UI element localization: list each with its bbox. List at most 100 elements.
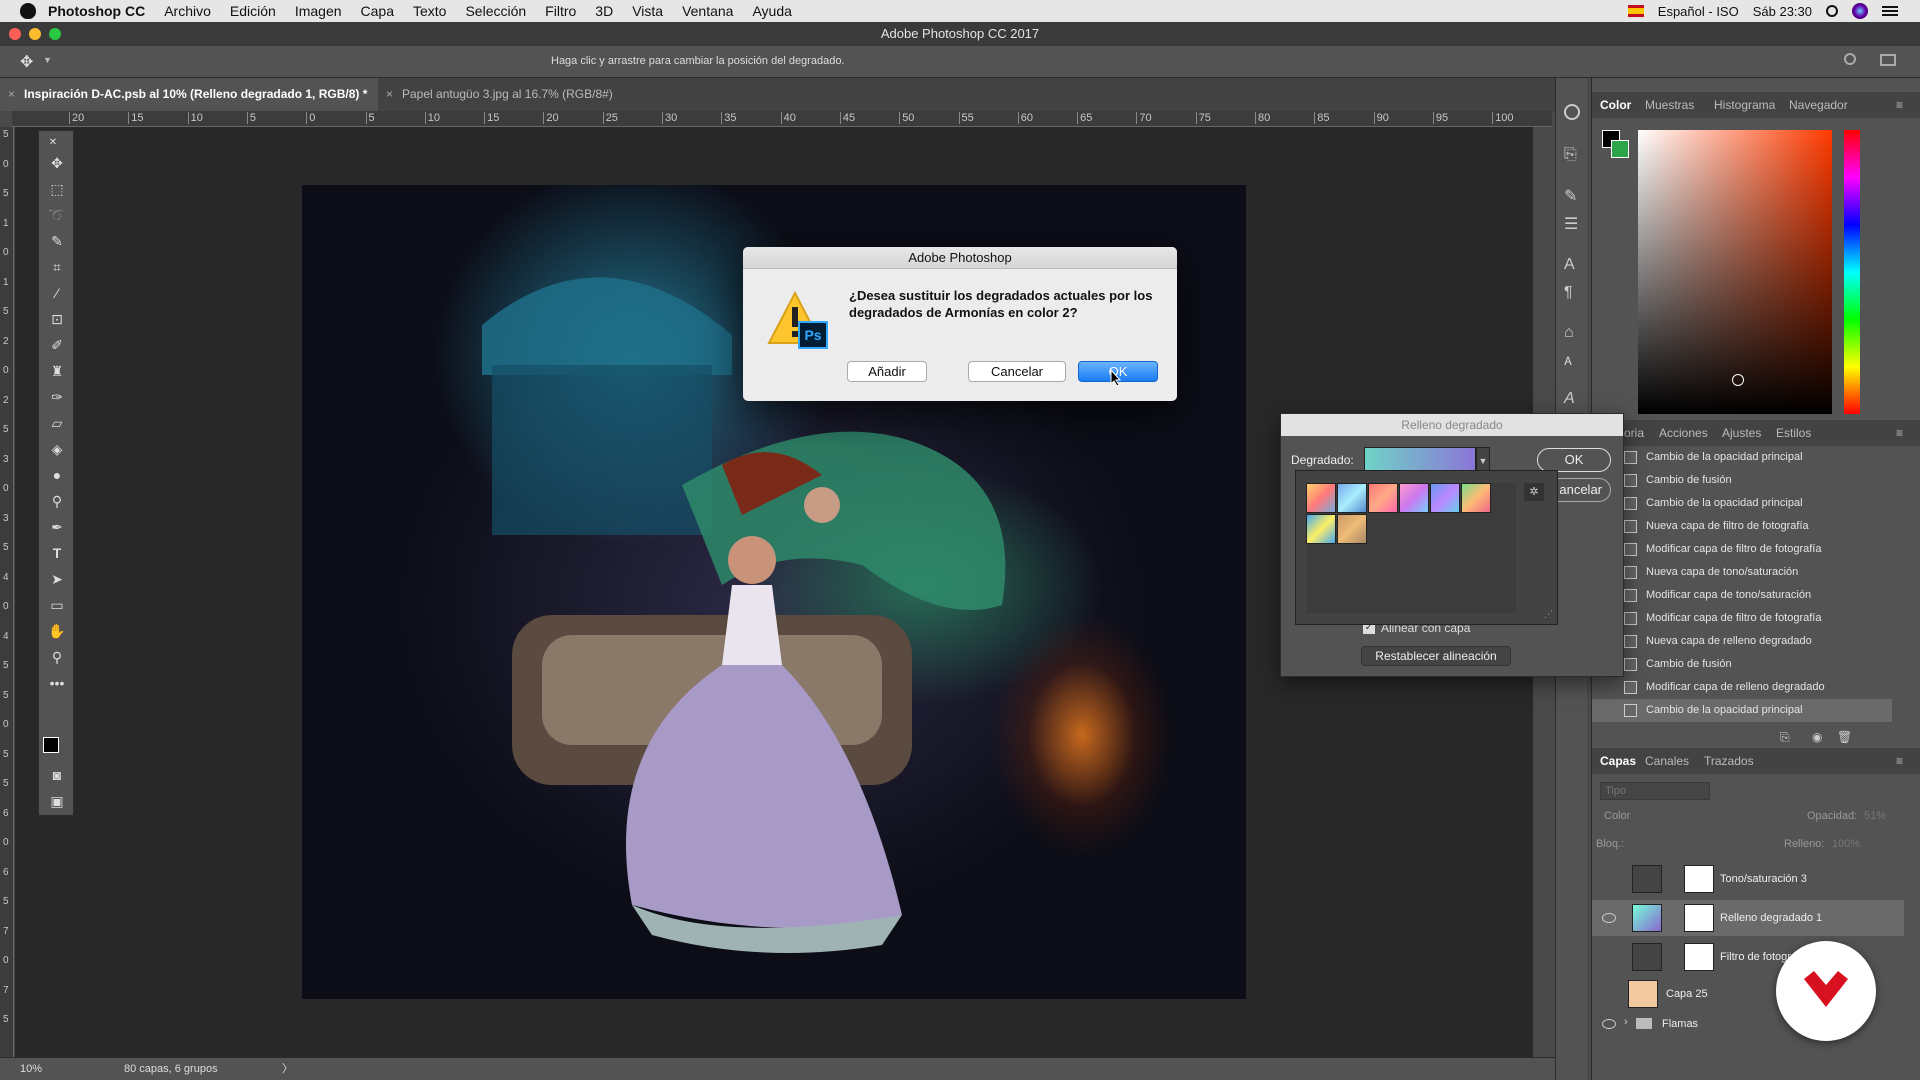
pen-tool-icon[interactable]: ✒ (47, 517, 67, 537)
tool-presets-icon[interactable]: ⌂ (1564, 324, 1574, 342)
tab-trazados[interactable]: Trazados (1704, 748, 1754, 774)
fill-value[interactable]: 100% (1832, 838, 1860, 850)
close-tab-icon[interactable]: × (8, 78, 15, 111)
history-item[interactable]: Modificar capa de filtro de fotografía (1592, 607, 1892, 630)
panel-menu-icon[interactable]: ≡ (1896, 92, 1903, 118)
lasso-tool-icon[interactable]: ➰ (47, 205, 67, 225)
info-icon[interactable] (1564, 104, 1580, 120)
layer-row-selected[interactable]: Relleno degradado 1 (1592, 900, 1904, 936)
menu-vista[interactable]: Vista (632, 3, 663, 19)
panel-menu-icon[interactable]: ≡ (1896, 420, 1903, 446)
close-window-icon[interactable] (9, 28, 21, 40)
properties-icon[interactable]: ☰ (1564, 214, 1578, 234)
gradient-swatch[interactable] (1368, 483, 1398, 513)
brush-tool-icon[interactable]: ✐ (47, 335, 67, 355)
color-picker-cursor[interactable] (1732, 374, 1744, 386)
tab-navegador[interactable]: Navegador (1789, 92, 1848, 118)
opacity-value[interactable]: 51% (1864, 810, 1886, 822)
spain-flag-icon[interactable] (1627, 5, 1644, 17)
tab-color[interactable]: Color (1600, 92, 1631, 118)
tab-ajustes[interactable]: Ajustes (1722, 420, 1761, 446)
zoom-window-icon[interactable] (49, 28, 61, 40)
quick-mask-icon[interactable]: ◙ (47, 765, 67, 785)
status-menu-arrow[interactable]: 〉 (282, 1058, 293, 1080)
marquee-tool-icon[interactable]: ⬚ (47, 179, 67, 199)
gradient-swatch[interactable] (1337, 483, 1367, 513)
screen-mode-icon[interactable]: ▣ (47, 791, 67, 811)
history-item[interactable]: Cambio de fusión (1592, 469, 1892, 492)
menu-app[interactable]: Photoshop CC (48, 3, 145, 19)
apple-icon[interactable] (20, 3, 36, 19)
hue-slider[interactable] (1844, 130, 1860, 414)
zoom-level[interactable]: 10% (20, 1058, 42, 1080)
history-item[interactable]: Modificar capa de filtro de fotografía (1592, 538, 1892, 561)
character-icon[interactable]: A (1564, 256, 1575, 274)
search-icon[interactable] (1844, 53, 1856, 65)
history-item[interactable]: Cambio de la opacidad principal (1592, 492, 1892, 515)
menu-capa[interactable]: Capa (361, 3, 394, 19)
gradient-swatch[interactable] (1337, 514, 1367, 544)
toolbox-close-icon[interactable]: ✕ (43, 133, 63, 153)
history-brush-tool-icon[interactable]: ✑ (47, 387, 67, 407)
history-item[interactable]: Modificar capa de tono/saturación (1592, 584, 1892, 607)
input-source[interactable]: Español - ISO (1658, 4, 1739, 19)
menu-3d[interactable]: 3D (595, 3, 613, 19)
path-selection-tool-icon[interactable]: ➤ (47, 569, 67, 589)
tab-estilos[interactable]: Estilos (1776, 420, 1811, 446)
history-item[interactable]: Cambio de la opacidad principal (1592, 446, 1892, 469)
history-item[interactable]: Modificar capa de relleno degradado (1592, 676, 1892, 699)
spotlight-search-icon[interactable] (1826, 5, 1838, 17)
tab-papel-antiguo[interactable]: × Papel antugüo 3.jpg al 16.7% (RGB/8#) (378, 78, 638, 111)
tab-capas[interactable]: Capas (1600, 748, 1636, 774)
tab-canales[interactable]: Canales (1645, 748, 1689, 774)
dodge-tool-icon[interactable]: ⚲ (47, 491, 67, 511)
menu-edicion[interactable]: Edición (230, 3, 276, 19)
foreground-color-swatch[interactable] (43, 737, 59, 753)
add-button[interactable]: Añadir (847, 361, 927, 382)
tab-inspiracion[interactable]: × Inspiración D-AC.psb al 10% (Relleno d… (0, 78, 378, 111)
blend-mode-select[interactable]: Color (1604, 810, 1630, 822)
menu-ventana[interactable]: Ventana (682, 3, 733, 19)
styles-icon[interactable]: A (1564, 390, 1575, 408)
history-item[interactable]: Nueva capa de filtro de fotografía (1592, 515, 1892, 538)
eye-icon[interactable] (1602, 913, 1616, 923)
tab-acciones[interactable]: Acciones (1659, 420, 1708, 446)
quick-selection-tool-icon[interactable]: ✎ (47, 231, 67, 251)
menu-ayuda[interactable]: Ayuda (752, 3, 791, 19)
crop-tool-icon[interactable]: ⌗ (47, 257, 67, 277)
history-item-current[interactable]: Cambio de la opacidad principal (1592, 699, 1892, 722)
paragraph-icon[interactable]: ¶ (1564, 284, 1573, 302)
menu-seleccion[interactable]: Selección (465, 3, 526, 19)
eyedropper-tool-icon[interactable]: ⁄ (47, 283, 67, 303)
workspace-icon[interactable] (1880, 54, 1896, 66)
move-tool-icon[interactable]: ✥ (47, 153, 67, 173)
close-tab-icon[interactable]: × (386, 78, 393, 111)
menu-filtro[interactable]: Filtro (545, 3, 576, 19)
gradient-swatch[interactable] (1306, 514, 1336, 544)
layer-thumb[interactable] (1628, 980, 1658, 1008)
panel-menu-icon[interactable]: ≡ (1896, 748, 1903, 774)
glyphs-icon[interactable]: ᴀ (1564, 352, 1572, 370)
new-document-from-state-icon[interactable]: ⎘ (1780, 730, 1790, 745)
layer-mask-thumb[interactable] (1684, 904, 1714, 932)
type-tool-icon[interactable]: T (47, 543, 67, 563)
eye-icon[interactable] (1602, 1019, 1616, 1029)
tab-histograma[interactable]: Histograma (1714, 92, 1775, 118)
layer-mask-thumb[interactable] (1684, 865, 1714, 893)
trash-icon[interactable]: 🗑 (1837, 730, 1852, 744)
snapshot-icon[interactable]: ◉ (1812, 730, 1822, 744)
reset-alignment-button[interactable]: Restablecer alineación (1361, 646, 1511, 666)
menu-archivo[interactable]: Archivo (164, 3, 211, 19)
gradient-swatch[interactable] (1430, 483, 1460, 513)
disclosure-arrow-icon[interactable]: › (1624, 1016, 1628, 1028)
layer-mask-thumb[interactable] (1684, 943, 1714, 971)
gradient-swatch[interactable] (1306, 483, 1336, 513)
clock[interactable]: Sáb 23:30 (1753, 4, 1812, 19)
clone-source-icon[interactable]: ⎘ (1564, 146, 1577, 164)
history-item[interactable]: Nueva capa de relleno degradado (1592, 630, 1892, 653)
stamp-tool-icon[interactable]: ♜ (47, 361, 67, 381)
chevron-down-icon[interactable]: ▼ (43, 55, 52, 65)
bg-color-chip[interactable] (1611, 140, 1629, 158)
history-item[interactable]: Cambio de fusión (1592, 653, 1892, 676)
history-item[interactable]: Nueva capa de tono/saturación (1592, 561, 1892, 584)
